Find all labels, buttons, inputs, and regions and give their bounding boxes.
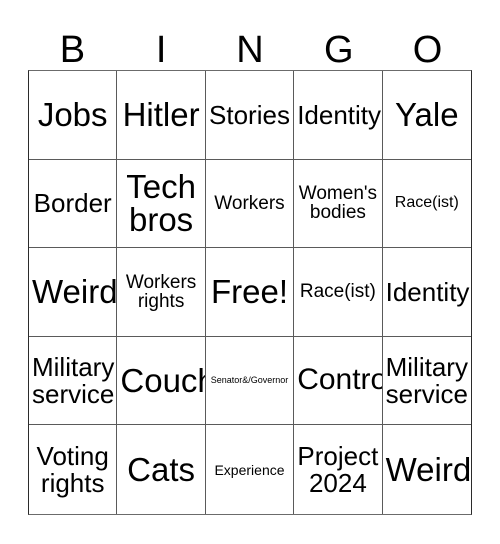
bingo-cell-label: Race(ist) — [394, 194, 459, 212]
bingo-card: B I N G O Jobs Hitler Stories Identity Yale B… — [0, 0, 500, 544]
bingo-cell-label: Control — [297, 363, 381, 397]
bingo-cell[interactable]: Race(ist) — [382, 159, 471, 249]
bingo-cell-label: Race(ist) — [299, 281, 376, 303]
bingo-cell[interactable]: Race(ist) — [294, 248, 383, 337]
bingo-cell-label: Identity — [297, 99, 382, 130]
bingo-cell[interactable]: Workers rights — [117, 248, 206, 337]
bingo-cell-label: Project 2024 — [297, 441, 379, 498]
bingo-cell-label: Identity — [385, 276, 470, 307]
header-letter-o: O — [412, 29, 443, 71]
bingo-cell[interactable]: Stories — [205, 71, 295, 160]
bingo-cell[interactable]: Tech bros — [117, 159, 206, 249]
bingo-cell-label: Cats — [127, 450, 196, 488]
bingo-cell-label: Jobs — [37, 95, 108, 133]
bingo-cell[interactable]: Workers — [205, 159, 295, 249]
bingo-cell-label: Free! — [210, 273, 288, 311]
bingo-cell[interactable]: Jobs — [29, 71, 118, 160]
bingo-cell[interactable]: Senator&/Governor — [205, 336, 295, 426]
bingo-grid: Jobs Hitler Stories Identity Yale Border Tech … — [28, 70, 472, 515]
bingo-cell[interactable]: Military service — [382, 336, 471, 426]
bingo-cell[interactable]: Control — [294, 336, 383, 426]
bingo-cell[interactable]: Free! — [205, 248, 295, 337]
header-letter-b: B — [59, 29, 86, 71]
bingo-cell-label: Experience — [214, 461, 285, 478]
bingo-cell[interactable]: Project 2024 — [294, 425, 383, 514]
bingo-cell[interactable]: Identity — [294, 71, 383, 160]
bingo-cell-label: Military service — [385, 352, 468, 409]
bingo-cell-label: Weird — [32, 273, 118, 311]
header-letter-n: N — [236, 29, 264, 71]
bingo-cell-label: Couch — [120, 361, 204, 399]
bingo-cell[interactable]: Cats — [117, 425, 206, 514]
bingo-cell[interactable]: Hitler — [117, 71, 206, 160]
bingo-cell-label: Tech bros — [126, 167, 196, 239]
bingo-cell[interactable]: Weird — [29, 248, 118, 337]
bingo-cell[interactable]: Experience — [205, 425, 295, 514]
bingo-cell-label: Hitler — [122, 95, 200, 133]
bingo-cell-label: Military service — [32, 352, 115, 409]
bingo-cell[interactable]: Voting rights — [29, 425, 118, 514]
bingo-cell[interactable]: Border — [29, 159, 118, 249]
bingo-cell[interactable]: Weird — [382, 425, 471, 514]
bingo-cell-label: Weird — [385, 450, 471, 488]
bingo-cell-label: Yale — [394, 95, 459, 133]
bingo-cell-label: Workers rights — [125, 271, 197, 312]
bingo-header: B I N G O — [28, 18, 472, 70]
bingo-cell[interactable]: Yale — [382, 71, 471, 160]
header-letter-i: I — [155, 29, 167, 71]
header-letter-g: G — [324, 29, 354, 71]
bingo-cell-label: Workers — [214, 192, 285, 214]
bingo-cell[interactable]: Couch — [117, 336, 206, 426]
bingo-cell-label: Women's bodies — [298, 183, 378, 224]
bingo-cell-label: Senator&/Governor — [210, 375, 289, 385]
bingo-cell[interactable]: Military service — [29, 336, 118, 426]
bingo-cell-label: Border — [33, 188, 112, 219]
bingo-cell-label: Voting rights — [36, 441, 109, 498]
bingo-cell[interactable]: Women's bodies — [294, 159, 383, 249]
bingo-cell-label: Stories — [209, 99, 290, 130]
bingo-cell[interactable]: Identity — [382, 248, 471, 337]
